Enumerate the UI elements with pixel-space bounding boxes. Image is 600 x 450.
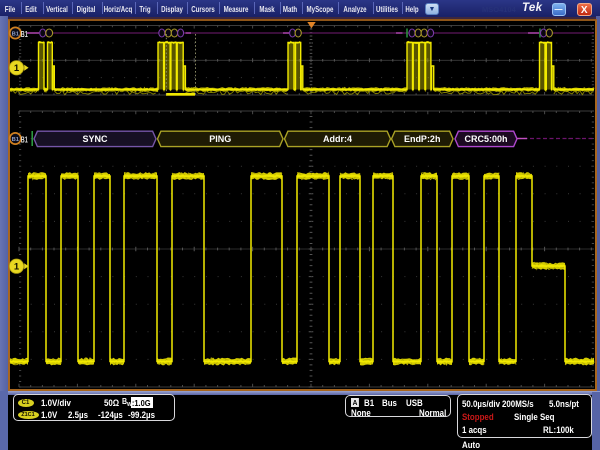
svg-text:1: 1 — [14, 262, 20, 273]
svg-text:Addr:4: Addr:4 — [323, 134, 352, 144]
svg-text:PING: PING — [209, 134, 231, 144]
svg-text:SYNC: SYNC — [82, 134, 108, 144]
svg-text:B1: B1 — [12, 137, 20, 143]
svg-text:EndP:2h: EndP:2h — [404, 134, 441, 144]
svg-text:B1: B1 — [21, 135, 28, 144]
svg-text:B1: B1 — [12, 31, 20, 37]
svg-text:CRC5:00h: CRC5:00h — [464, 134, 507, 144]
svg-text:1: 1 — [14, 63, 20, 74]
svg-text:B1: B1 — [21, 30, 28, 39]
